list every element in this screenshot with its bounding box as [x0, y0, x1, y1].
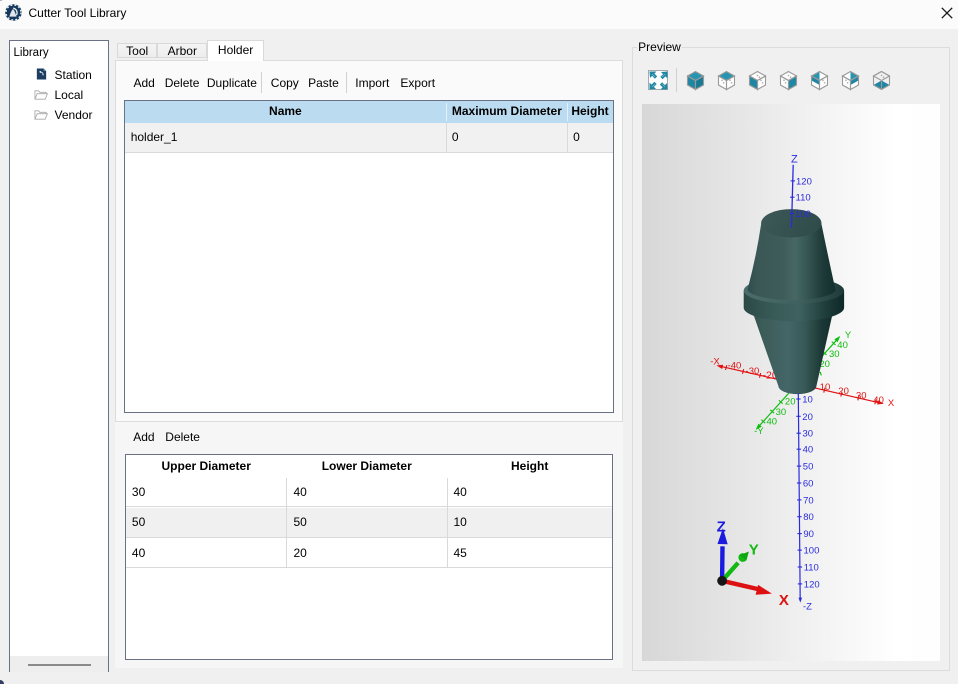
svg-text:-X: -X	[711, 356, 721, 367]
svg-text:Z: Z	[791, 153, 798, 165]
svg-text:X: X	[779, 592, 789, 609]
svg-text:70: 70	[803, 495, 814, 506]
svg-text:90: 90	[804, 529, 815, 540]
svg-text:110: 110	[804, 562, 819, 573]
svg-text:10: 10	[803, 394, 814, 405]
svg-text:100: 100	[804, 545, 820, 556]
svg-text:110: 110	[796, 192, 811, 203]
svg-text:120: 120	[804, 579, 820, 590]
svg-text:-Y: -Y	[755, 426, 765, 437]
svg-text:80: 80	[804, 512, 815, 523]
svg-text:10: 10	[820, 382, 831, 393]
svg-text:30: 30	[776, 407, 787, 418]
svg-text:20: 20	[839, 386, 850, 397]
svg-text:X: X	[888, 398, 895, 409]
svg-text:-Z: -Z	[803, 601, 812, 612]
svg-text:20: 20	[785, 396, 796, 407]
svg-text:Y: Y	[749, 541, 759, 558]
svg-text:30: 30	[803, 428, 814, 439]
svg-text:40: 40	[803, 444, 814, 455]
svg-text:100: 100	[795, 208, 811, 219]
svg-text:30: 30	[856, 390, 867, 401]
svg-text:Z: Z	[717, 518, 726, 535]
svg-text:30: 30	[829, 349, 840, 360]
svg-text:60: 60	[803, 478, 814, 489]
svg-text:20: 20	[803, 411, 814, 422]
svg-text:50: 50	[803, 461, 814, 472]
svg-text:40: 40	[874, 395, 885, 406]
svg-text:-40: -40	[728, 360, 742, 371]
svg-text:40: 40	[767, 416, 778, 427]
svg-text:-30: -30	[746, 365, 760, 376]
svg-text:120: 120	[796, 176, 812, 187]
